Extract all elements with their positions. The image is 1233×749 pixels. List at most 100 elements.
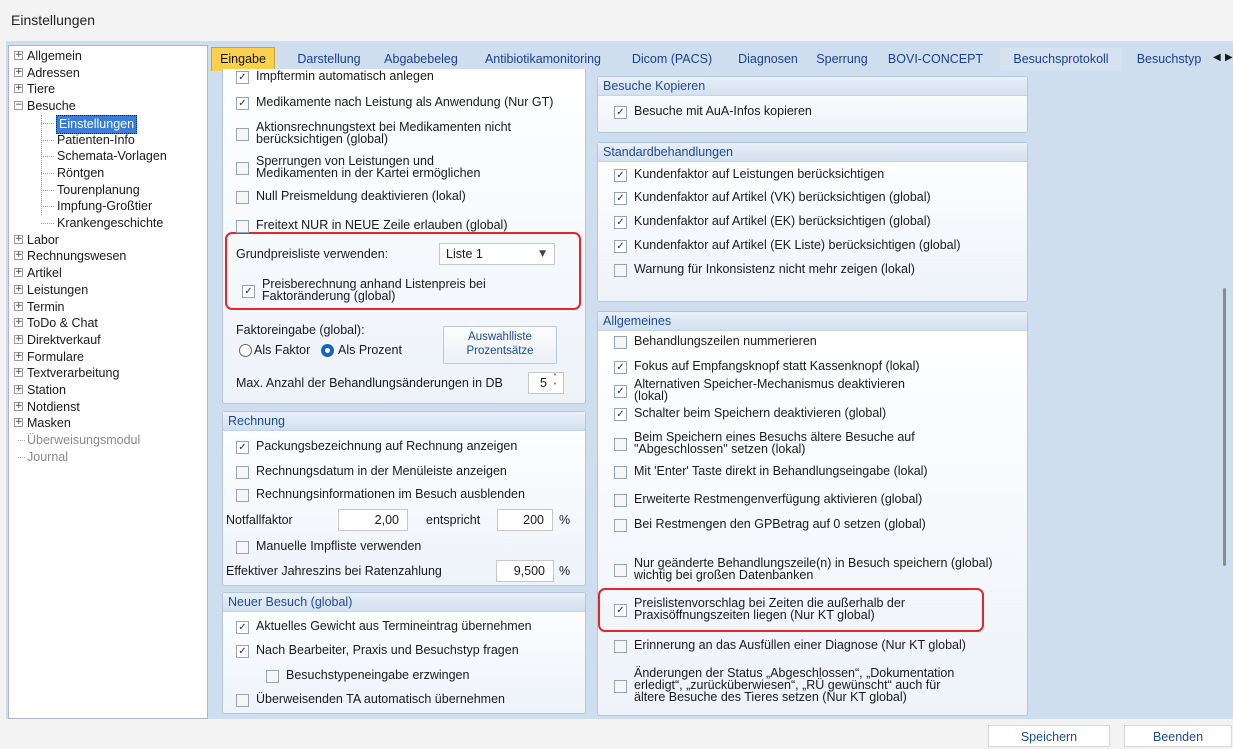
notfall-prozent-input[interactable]: 200 [497,509,553,531]
expand-icon[interactable]: + [14,385,23,394]
tab-abgabebeleg[interactable]: Abgabebeleg [378,48,464,71]
expand-icon[interactable]: + [14,284,23,294]
checkbox-checked[interactable]: ✓ [614,385,627,398]
expand-icon[interactable]: + [14,334,23,344]
checkbox-unchecked[interactable] [236,162,249,175]
max-aenderungen-spinner[interactable]: 5 [528,372,564,394]
expand-icon[interactable]: + [14,234,23,244]
checkbox-unchecked[interactable] [236,191,249,204]
checkbox-unchecked[interactable] [614,466,627,479]
tab-besuchsprotokoll[interactable]: Besuchsprotokoll [1000,48,1122,71]
tab-antibiotikamonitoring[interactable]: Antibiotikamonitoring [473,48,613,71]
tree-item-allgemein[interactable]: + Allgemein [9,48,207,65]
tree-item-artikel[interactable]: + Artikel [9,265,207,282]
tree-item-besuche[interactable]: − Besuche [9,98,207,115]
checkbox-unchecked[interactable] [236,220,249,233]
checkbox-unchecked[interactable] [614,438,627,451]
tree-item-impfung-gro-tier[interactable]: Impfung-Großtier [9,198,207,215]
spin-updown-icon[interactable]: ˄ ˅ [553,373,557,391]
collapse-icon[interactable]: − [14,101,23,111]
save-button[interactable]: Speichern [988,725,1110,747]
radio-als-prozent-label[interactable]: Als Prozent [338,344,402,357]
grundpreis-select[interactable]: Liste 1 ▼ [439,243,555,265]
expand-icon[interactable]: + [14,67,23,77]
tree-item-krankengeschichte[interactable]: Krankengeschichte [9,215,207,232]
tab-sperrung[interactable]: Sperrung [811,48,873,71]
tree-item-termin[interactable]: + Termin [9,299,207,316]
tree-item-direktverkauf[interactable]: + Direktverkauf [9,332,207,349]
checkbox-unchecked[interactable] [236,694,249,707]
checkbox-checked[interactable]: ✓ [614,106,627,119]
tab-darstellung[interactable]: Darstellung [283,48,375,71]
checkbox-checked[interactable]: ✓ [614,216,627,229]
tree-item-tourenplanung[interactable]: Tourenplanung [9,182,207,199]
checkbox-unchecked[interactable] [614,264,627,277]
checkbox-unchecked[interactable] [236,128,249,141]
expand-icon[interactable]: + [14,401,23,411]
checkbox-unchecked[interactable] [236,541,249,554]
expand-icon[interactable]: + [14,318,23,328]
checkbox-checked[interactable]: ✓ [236,441,249,454]
tab-bovi-concept[interactable]: BOVI-CONCEPT [877,48,994,71]
tab-eingabe[interactable]: Eingabe [211,47,275,71]
checkbox-checked[interactable]: ✓ [614,361,627,374]
checkbox-checked[interactable]: ✓ [614,604,627,617]
checkbox-unchecked[interactable] [236,489,249,502]
checkbox-checked[interactable]: ✓ [236,621,249,634]
tree-item-masken[interactable]: + Masken [9,415,207,432]
checkbox-checked[interactable]: ✓ [614,192,627,205]
tree-item-einstellungen[interactable]: Einstellungen [9,114,207,134]
scrollbar-thumb[interactable] [1223,288,1226,566]
chevron-left-icon[interactable]: ◀ [1213,52,1221,63]
checkbox-unchecked[interactable] [266,670,279,683]
notfallfaktor-input[interactable]: 2,00 [338,509,408,531]
checkbox-checked[interactable]: ✓ [614,240,627,253]
tree-item-schemata-vorlagen[interactable]: Schemata-Vorlagen [9,148,207,165]
tree-item-notdienst[interactable]: + Notdienst [9,399,207,416]
radio-als-faktor[interactable] [239,344,252,357]
tree-item-leistungen[interactable]: + Leistungen [9,282,207,299]
checkbox-unchecked[interactable] [614,494,627,507]
checkbox-unchecked[interactable] [614,680,627,693]
settings-tree[interactable]: + Allgemein + Adressen + Tiere − Besuche Einstel… [8,45,208,719]
expand-icon[interactable]: + [14,351,23,361]
checkbox-checked[interactable]: ✓ [242,285,255,298]
tree-item-uberweisungsmodul[interactable]: Überweisungsmodul [9,432,207,449]
tree-item-journal[interactable]: Journal [9,449,207,466]
tree-item-todo-chat[interactable]: + ToDo & Chat [9,315,207,332]
checkbox-unchecked[interactable] [614,519,627,532]
tab-dicom-pacs[interactable]: Dicom (PACS) [620,48,724,71]
expand-icon[interactable]: + [14,418,23,428]
close-button[interactable]: Beenden [1124,725,1232,747]
auswahlliste-button[interactable]: Auswahlliste Prozentsätze [443,326,557,364]
expand-icon[interactable]: + [14,251,23,261]
radio-als-prozent[interactable] [321,344,334,357]
expand-icon[interactable]: + [14,84,23,94]
checkbox-unchecked[interactable] [614,640,627,653]
expand-icon[interactable]: + [14,301,23,311]
tree-item-formulare[interactable]: + Formulare [9,349,207,366]
checkbox-unchecked[interactable] [614,564,627,577]
checkbox-checked[interactable]: ✓ [236,645,249,658]
tree-item-station[interactable]: + Station [9,382,207,399]
checkbox-checked[interactable]: ✓ [614,408,627,421]
expand-icon[interactable]: + [14,368,23,378]
tab-diagnosen[interactable]: Diagnosen [728,48,808,71]
tree-item-patienten-info[interactable]: Patienten-Info [9,132,207,149]
checkbox-checked[interactable]: ✓ [614,169,627,182]
jahreszins-input[interactable]: 9,500 [496,560,554,582]
radio-als-faktor-label[interactable]: Als Faktor [254,344,310,357]
checkbox-checked[interactable]: ✓ [236,71,249,84]
checkbox-unchecked[interactable] [614,336,627,349]
tree-item-labor[interactable]: + Labor [9,232,207,249]
tab-besuchstyp[interactable]: Besuchstyp [1124,48,1214,71]
tree-item-textverarbeitung[interactable]: + Textverarbeitung [9,365,207,382]
expand-icon[interactable]: + [14,268,23,278]
tree-item-adressen[interactable]: + Adressen [9,65,207,82]
tree-item-tiere[interactable]: + Tiere [9,81,207,98]
chevron-right-icon[interactable]: ▶ [1225,52,1233,63]
checkbox-unchecked[interactable] [236,466,249,479]
chevron-down-icon[interactable]: ▼ [539,244,546,264]
tree-item-rechnungswesen[interactable]: + Rechnungswesen [9,248,207,265]
tree-item-rontgen[interactable]: Röntgen [9,165,207,182]
